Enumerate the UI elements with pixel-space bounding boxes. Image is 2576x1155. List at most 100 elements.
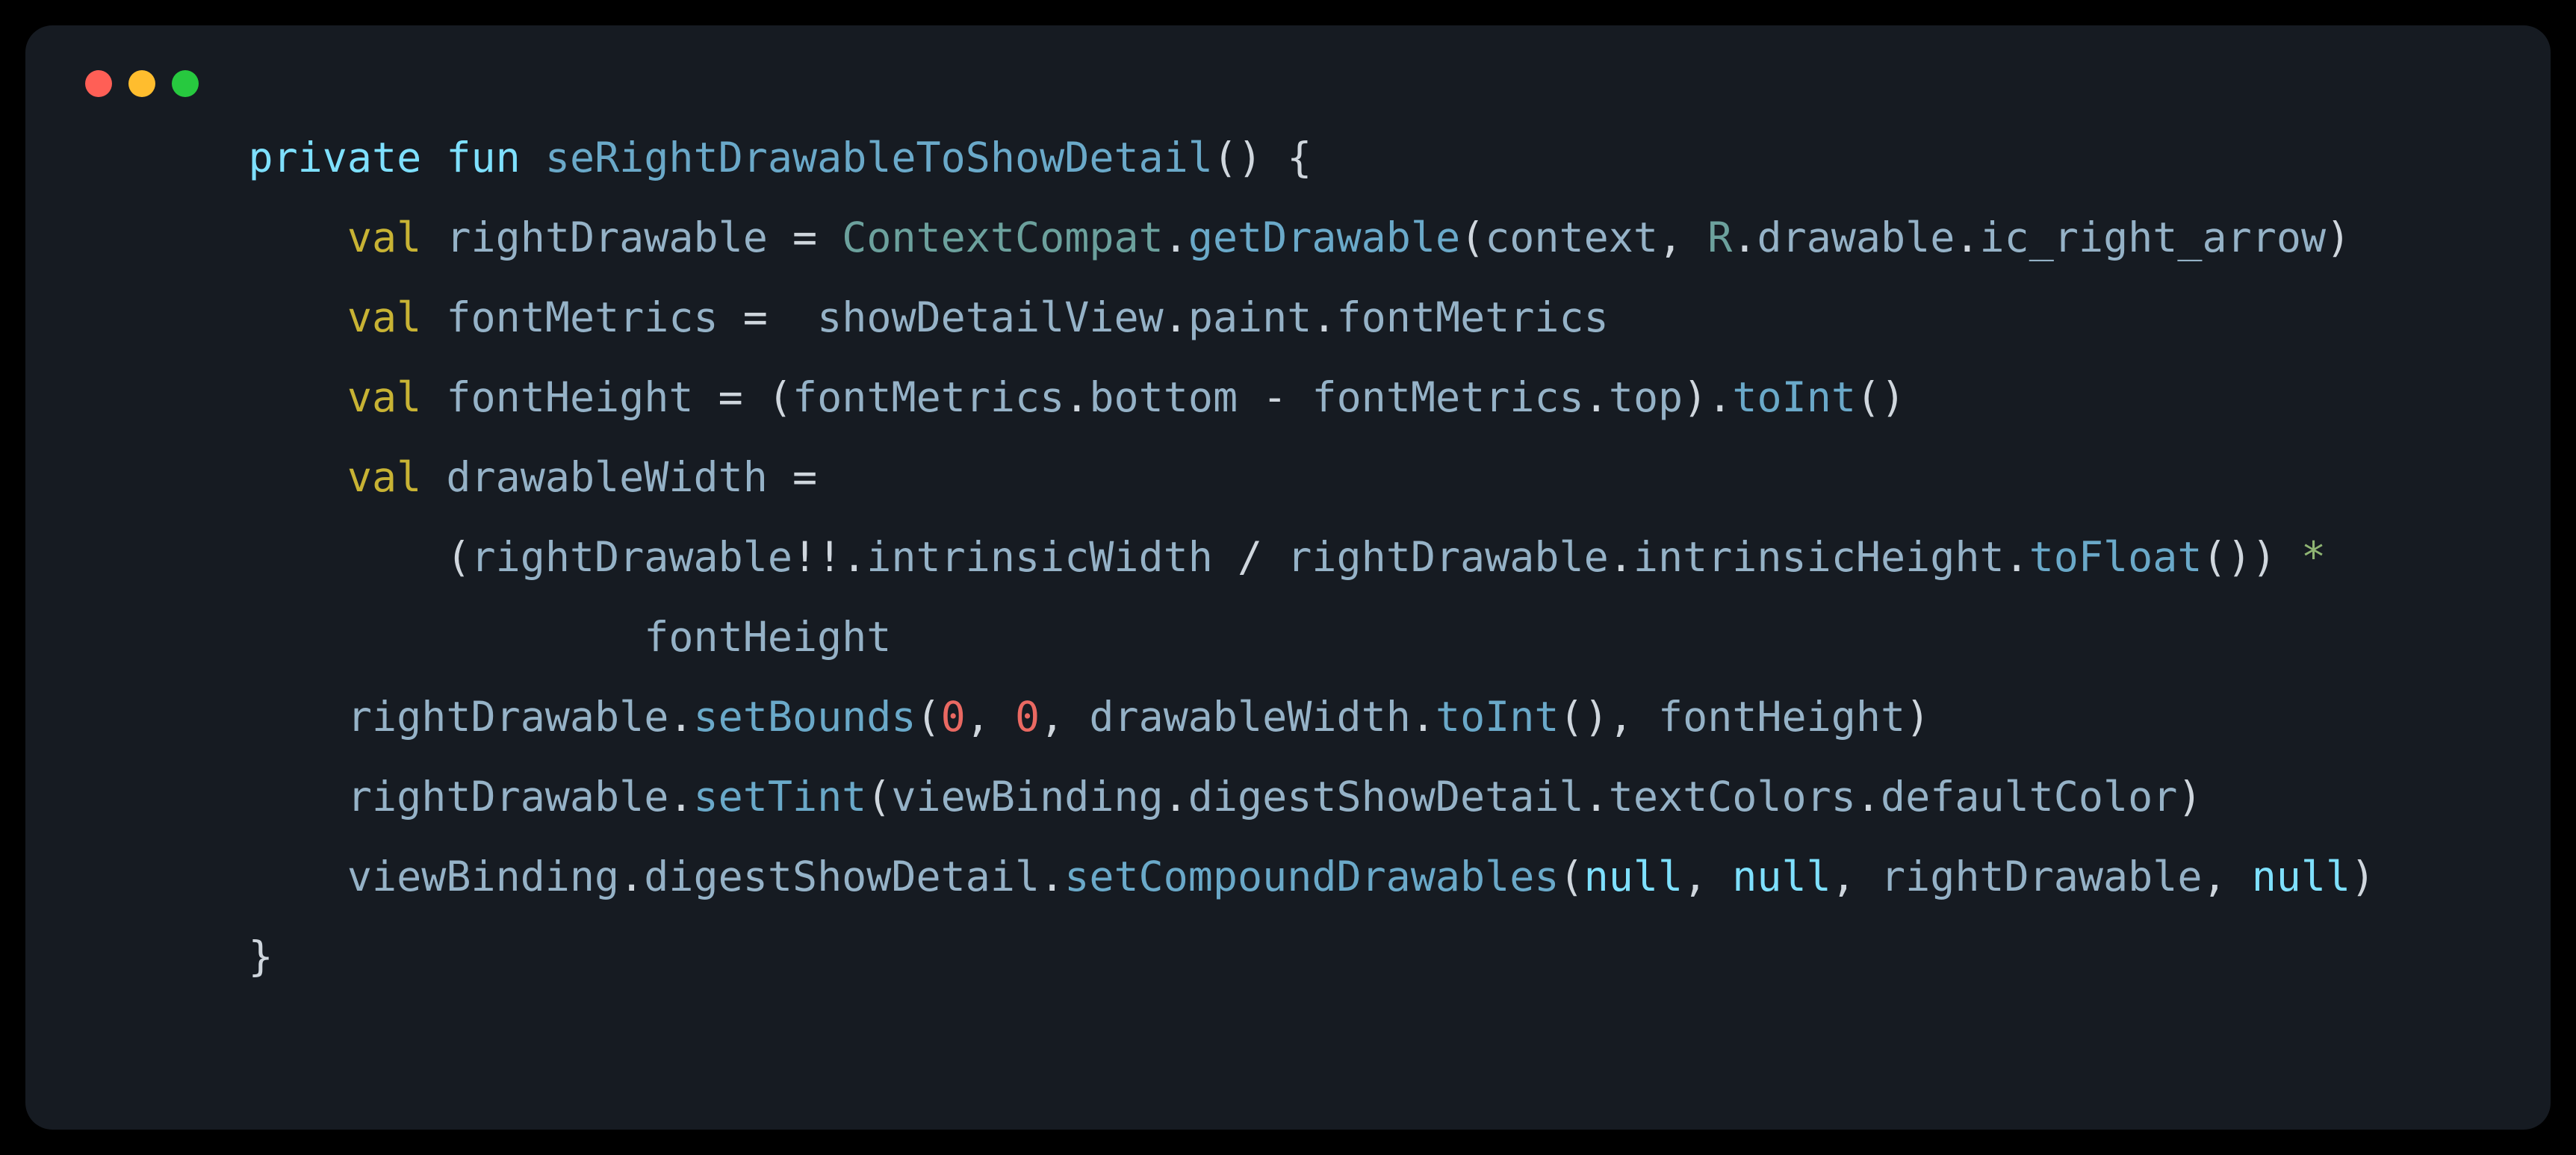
tok-ty: R bbox=[1707, 214, 1732, 261]
tok-p: ( bbox=[866, 773, 891, 821]
tok-id: intrinsicHeight bbox=[1633, 533, 2005, 581]
tok-p: . bbox=[668, 773, 693, 821]
tok-fn: toFloat bbox=[2029, 533, 2203, 581]
tok-id: ic_right_arrow bbox=[1980, 214, 2327, 261]
tok-id: showDetailView bbox=[817, 293, 1164, 341]
tok-fn: toInt bbox=[1436, 693, 1559, 741]
tok-p: = bbox=[743, 293, 768, 341]
tok-p: , bbox=[1831, 853, 1881, 900]
tok-p: ( bbox=[768, 373, 792, 421]
tok-id: rightDrawable bbox=[446, 214, 767, 261]
tok-kw: private bbox=[248, 134, 421, 181]
tok-id: top bbox=[1609, 373, 1683, 421]
tok-p: !!. bbox=[792, 533, 866, 581]
tok-p: ) bbox=[2326, 214, 2350, 261]
tok-fn: getDrawable bbox=[1188, 214, 1460, 261]
tok-id: fontMetrics bbox=[1312, 373, 1583, 421]
tok-p: . bbox=[1732, 214, 1757, 261]
tok-id: fontMetrics bbox=[446, 293, 718, 341]
tok-id: paint bbox=[1188, 293, 1312, 341]
tok-id: rightDrawable bbox=[1287, 533, 1608, 581]
tok-p: . bbox=[1584, 773, 1609, 821]
tok-p: . bbox=[1609, 533, 1633, 581]
tok-id: viewBinding bbox=[347, 853, 619, 900]
tok-fn: setTint bbox=[694, 773, 867, 821]
tok-id: rightDrawable bbox=[347, 773, 668, 821]
tok-p: . bbox=[1856, 773, 1881, 821]
tok-p: . bbox=[1584, 373, 1609, 421]
tok-p: = bbox=[719, 373, 743, 421]
tok-p: ) bbox=[2350, 853, 2375, 900]
tok-ty: ContextCompat bbox=[842, 214, 1163, 261]
tok-p: ( bbox=[1460, 214, 1485, 261]
tok-kv: val bbox=[347, 214, 421, 261]
tok-p: , bbox=[1683, 853, 1732, 900]
tok-id: context bbox=[1485, 214, 1658, 261]
tok-p: } bbox=[248, 933, 273, 980]
tok-id: drawableWidth bbox=[1089, 693, 1410, 741]
tok-p: . bbox=[1164, 214, 1188, 261]
tok-id: fontHeight bbox=[446, 373, 693, 421]
tok-op: * bbox=[2301, 533, 2326, 581]
tok-fn: toInt bbox=[1732, 373, 1856, 421]
tok-id: rightDrawable bbox=[347, 693, 668, 741]
tok-p: . bbox=[619, 853, 644, 900]
tok-kw: fun bbox=[446, 134, 520, 181]
tok-p: . bbox=[1164, 773, 1188, 821]
tok-p: , bbox=[1040, 693, 1089, 741]
tok-id: intrinsicWidth bbox=[866, 533, 1213, 581]
tok-p: (), bbox=[1559, 693, 1658, 741]
tok-p: - bbox=[1262, 373, 1287, 421]
tok-id: digestShowDetail bbox=[1188, 773, 1584, 821]
tok-id: fontMetrics bbox=[792, 373, 1064, 421]
tok-id: bottom bbox=[1089, 373, 1238, 421]
tok-id: viewBinding bbox=[891, 773, 1163, 821]
tok-id: textColors bbox=[1609, 773, 1856, 821]
tok-p: , bbox=[1658, 214, 1707, 261]
tok-p: . bbox=[1040, 853, 1064, 900]
tok-id: rightDrawable bbox=[1881, 853, 2202, 900]
tok-kv: val bbox=[347, 293, 421, 341]
tok-p: ( bbox=[916, 693, 941, 741]
tok-p: = bbox=[792, 453, 817, 501]
tok-p: . bbox=[668, 693, 693, 741]
tok-p: . bbox=[1955, 214, 1979, 261]
tok-p: ) bbox=[1905, 693, 1930, 741]
tok-p: . bbox=[1064, 373, 1089, 421]
minimize-icon[interactable] bbox=[128, 70, 155, 97]
tok-id: fontMetrics bbox=[1337, 293, 1609, 341]
window-controls bbox=[78, 70, 2498, 118]
tok-id: drawableWidth bbox=[446, 453, 767, 501]
tok-fn: setBounds bbox=[694, 693, 916, 741]
tok-p: () { bbox=[1213, 134, 1312, 181]
tok-id: drawable bbox=[1757, 214, 1955, 261]
tok-fn: setCompoundDrawables bbox=[1064, 853, 1559, 900]
tok-p: , bbox=[2202, 853, 2251, 900]
zoom-icon[interactable] bbox=[172, 70, 199, 97]
tok-p: ()) bbox=[2202, 533, 2276, 581]
tok-id: fontHeight bbox=[1658, 693, 1905, 741]
tok-id: rightDrawable bbox=[471, 533, 792, 581]
tok-p: , bbox=[966, 693, 1015, 741]
tok-p: = bbox=[792, 214, 817, 261]
stage: private fun seRightDrawableToShowDetail(… bbox=[0, 0, 2576, 1155]
tok-num: 0 bbox=[941, 693, 966, 741]
tok-kv: val bbox=[347, 453, 421, 501]
tok-kw: null bbox=[1584, 853, 1683, 900]
tok-id: digestShowDetail bbox=[644, 853, 1040, 900]
tok-p: ). bbox=[1683, 373, 1732, 421]
tok-kw: null bbox=[1732, 853, 1831, 900]
tok-kv: val bbox=[347, 373, 421, 421]
close-icon[interactable] bbox=[85, 70, 112, 97]
tok-p: () bbox=[1856, 373, 1905, 421]
tok-fn: seRightDrawableToShowDetail bbox=[545, 134, 1213, 181]
tok-p: ( bbox=[446, 533, 471, 581]
code-window: private fun seRightDrawableToShowDetail(… bbox=[25, 25, 2551, 1130]
tok-num: 0 bbox=[1015, 693, 1040, 741]
tok-p: ) bbox=[2177, 773, 2202, 821]
tok-p: . bbox=[1164, 293, 1188, 341]
tok-p: . bbox=[1312, 293, 1336, 341]
tok-kw: null bbox=[2252, 853, 2350, 900]
tok-p: . bbox=[1411, 693, 1436, 741]
tok-id: fontHeight bbox=[644, 613, 891, 661]
